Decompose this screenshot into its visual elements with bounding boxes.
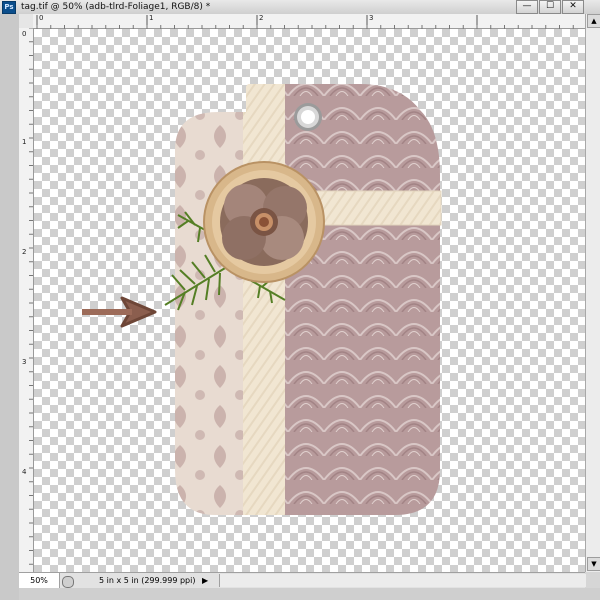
status-menu-arrow[interactable]: ▶	[202, 573, 208, 589]
arrow-down-icon[interactable]: ▼	[587, 557, 600, 571]
vertical-ribbon	[243, 84, 285, 515]
vertical-scrollbar[interactable]: ▲ ▼	[585, 14, 600, 572]
arrow-embellishment	[82, 296, 157, 328]
bottom-strip	[19, 588, 600, 600]
arrow-up-icon[interactable]: ▲	[587, 14, 600, 28]
document-size-info[interactable]: 5 in x 5 in (299.999 ppi)	[99, 573, 195, 589]
flower-embellishment	[203, 161, 325, 283]
horizontal-scrollbar[interactable]	[219, 574, 586, 587]
tag-body[interactable]	[170, 80, 450, 520]
zoom-level-field[interactable]: 50%	[19, 573, 60, 588]
status-bar: 50% 5 in x 5 in (299.999 ppi) ▶	[19, 572, 586, 589]
tag-artwork[interactable]	[0, 0, 600, 600]
status-info-icon[interactable]	[62, 576, 74, 588]
eyelet-hole	[301, 110, 315, 124]
marbled-paper	[280, 84, 440, 515]
